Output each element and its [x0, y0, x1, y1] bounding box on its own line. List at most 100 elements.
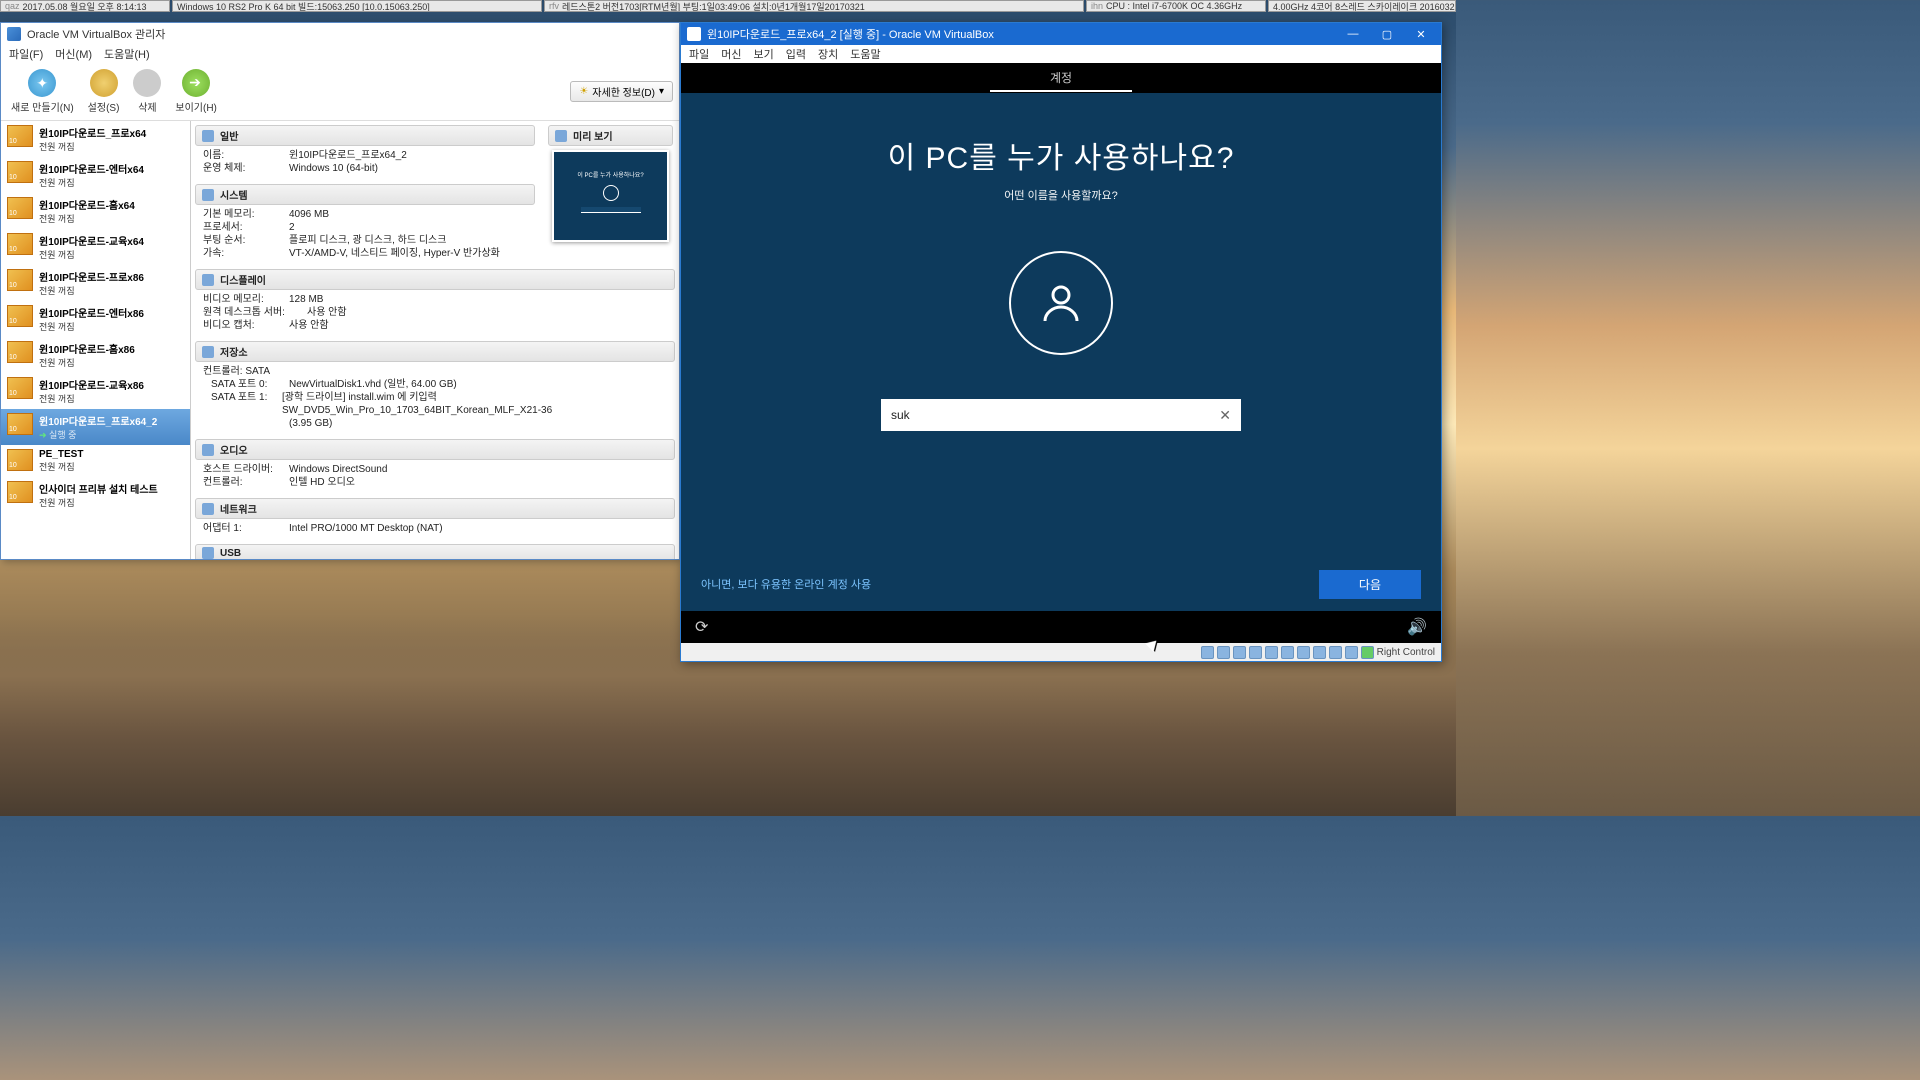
- vm-preview-thumbnail[interactable]: 이 PC를 누가 사용하나요?: [552, 150, 669, 242]
- vm-name: 인사이더 프리뷰 설치 테스트: [39, 481, 158, 496]
- display-icon: [202, 274, 214, 286]
- vm-os-icon: 10: [7, 197, 33, 219]
- vm-icon: [687, 27, 701, 41]
- virtualbox-icon: [7, 27, 21, 41]
- discard-icon: [133, 69, 161, 97]
- gear-icon: [90, 69, 118, 97]
- vm-list-item[interactable]: 10 윈10IP다운로드_프로x64_2 실행 중: [1, 409, 190, 445]
- vm-os-icon: 10: [7, 341, 33, 363]
- menu-machine[interactable]: 머신(M): [55, 46, 92, 62]
- vm-menu-help[interactable]: 도움말: [850, 46, 880, 62]
- vm-details-pane: 미리 보기 이 PC를 누가 사용하나요? 일반 이름:윈10IP다운로드_프로…: [191, 121, 679, 559]
- vm-state: 전원 꺼짐: [39, 460, 83, 473]
- status-cpu-icon[interactable]: [1329, 646, 1342, 659]
- vm-name: PE_TEST: [39, 449, 83, 460]
- online-account-link[interactable]: 아니면, 보다 유용한 온라인 계정 사용: [701, 576, 871, 592]
- host-key-label: Right Control: [1377, 647, 1435, 658]
- details-button[interactable]: ☀자세한 정보(D)▾: [570, 81, 673, 102]
- vm-state: 전원 꺼짐: [39, 392, 144, 405]
- status-shared-icon[interactable]: [1281, 646, 1294, 659]
- clear-input-icon[interactable]: ✕: [1219, 407, 1231, 424]
- maximize-button[interactable]: ▢: [1373, 25, 1401, 43]
- vm-list-item[interactable]: 10 윈10IP다운로드-교육x64 전원 꺼짐: [1, 229, 190, 265]
- vmwin-titlebar[interactable]: 윈10IP다운로드_프로x64_2 [실행 중] - Oracle VM Vir…: [681, 23, 1441, 45]
- tab-account[interactable]: 계정: [990, 65, 1132, 92]
- vm-list-item[interactable]: 10 윈10IP다운로드-프로x86 전원 꺼짐: [1, 265, 190, 301]
- close-button[interactable]: ✕: [1407, 25, 1435, 43]
- vm-os-icon: 10: [7, 481, 33, 503]
- status-hdd-icon[interactable]: [1201, 646, 1214, 659]
- vm-menu-file[interactable]: 파일: [689, 46, 709, 62]
- volume-icon[interactable]: 🔊: [1407, 617, 1427, 637]
- section-system[interactable]: 시스템: [195, 184, 535, 205]
- vm-menu-machine[interactable]: 머신: [721, 46, 741, 62]
- virtualbox-manager-window: Oracle VM VirtualBox 관리자 파일(F) 머신(M) 도움말…: [0, 22, 680, 560]
- menu-file[interactable]: 파일(F): [9, 46, 43, 62]
- status-recording-icon[interactable]: [1313, 646, 1326, 659]
- section-preview[interactable]: 미리 보기: [548, 125, 673, 146]
- vm-name: 윈10IP다운로드-홈x64: [39, 197, 135, 212]
- vm-name: 윈10IP다운로드-홈x86: [39, 341, 135, 356]
- vm-list-item[interactable]: 10 인사이더 프리뷰 설치 테스트 전원 꺼짐: [1, 477, 190, 513]
- new-button[interactable]: 새로 만들기(N): [7, 67, 78, 116]
- vmwin-title-text: 윈10IP다운로드_프로x64_2 [실행 중] - Oracle VM Vir…: [707, 26, 994, 42]
- vm-state: 전원 꺼짐: [39, 356, 135, 369]
- show-button[interactable]: 보이기(H): [171, 67, 220, 116]
- vm-list-item[interactable]: 10 윈10IP다운로드-홈x64 전원 꺼짐: [1, 193, 190, 229]
- vm-name: 윈10IP다운로드_프로x64_2: [39, 413, 157, 428]
- oobe-heading: 이 PC를 누가 사용하나요?: [888, 133, 1235, 177]
- vm-list-item[interactable]: 10 윈10IP다운로드-엔터x86 전원 꺼짐: [1, 301, 190, 337]
- vm-list-item[interactable]: 10 윈10IP다운로드_프로x64 전원 꺼짐: [1, 121, 190, 157]
- desktop-info-bars: qaz2017.05.08 월요일 오후 8:14:13 Windows 10 …: [0, 0, 1456, 12]
- status-optical-icon[interactable]: [1217, 646, 1230, 659]
- vm-state: 전원 꺼짐: [39, 496, 158, 509]
- vm-state: 전원 꺼짐: [39, 140, 146, 153]
- section-general[interactable]: 일반: [195, 125, 535, 146]
- status-audio-icon[interactable]: [1233, 646, 1246, 659]
- vm-list-item[interactable]: 10 윈10IP다운로드-엔터x64 전원 꺼짐: [1, 157, 190, 193]
- ease-of-access-icon[interactable]: ⟳: [695, 617, 708, 637]
- status-usb-icon[interactable]: [1265, 646, 1278, 659]
- vbm-title-text: Oracle VM VirtualBox 관리자: [27, 26, 165, 42]
- vm-list-item[interactable]: 10 PE_TEST 전원 꺼짐: [1, 445, 190, 477]
- vm-list: 10 윈10IP다운로드_프로x64 전원 꺼짐10 윈10IP다운로드-엔터x…: [1, 121, 191, 559]
- vm-list-item[interactable]: 10 윈10IP다운로드-교육x86 전원 꺼짐: [1, 373, 190, 409]
- storage-icon: [202, 346, 214, 358]
- status-display-icon[interactable]: [1297, 646, 1310, 659]
- vbm-titlebar[interactable]: Oracle VM VirtualBox 관리자: [1, 23, 679, 45]
- preview-icon: [555, 130, 567, 142]
- username-input[interactable]: [891, 408, 1219, 422]
- vm-menu-devices[interactable]: 장치: [818, 46, 838, 62]
- settings-button[interactable]: 설정(S): [84, 67, 124, 116]
- status-network-icon[interactable]: [1249, 646, 1262, 659]
- discard-button[interactable]: 삭제: [129, 67, 165, 116]
- network-icon: [202, 503, 214, 515]
- vm-os-icon: 10: [7, 449, 33, 471]
- section-audio[interactable]: 오디오: [195, 439, 675, 460]
- status-keyboard-icon[interactable]: [1361, 646, 1374, 659]
- vm-list-item[interactable]: 10 윈10IP다운로드-홈x86 전원 꺼짐: [1, 337, 190, 373]
- vm-name: 윈10IP다운로드-엔터x86: [39, 305, 144, 320]
- oobe-subheading: 어떤 이름을 사용할까요?: [1004, 187, 1117, 203]
- vm-menu-view[interactable]: 보기: [754, 46, 774, 62]
- vm-state: 전원 꺼짐: [39, 284, 144, 297]
- section-display[interactable]: 디스플레이: [195, 269, 675, 290]
- section-storage[interactable]: 저장소: [195, 341, 675, 362]
- new-icon: [28, 69, 56, 97]
- status-mouse-icon[interactable]: [1345, 646, 1358, 659]
- next-button[interactable]: 다음: [1319, 570, 1421, 599]
- vbm-menubar: 파일(F) 머신(M) 도움말(H): [1, 45, 679, 63]
- username-field-wrap: ✕: [881, 399, 1241, 431]
- usb-icon: [202, 547, 214, 559]
- menu-help[interactable]: 도움말(H): [104, 46, 150, 62]
- general-icon: [202, 130, 214, 142]
- audio-icon: [202, 444, 214, 456]
- vm-os-icon: 10: [7, 305, 33, 327]
- minimize-button[interactable]: —: [1339, 25, 1367, 43]
- show-icon: [182, 69, 210, 97]
- section-usb[interactable]: USB: [195, 544, 675, 559]
- vm-menu-input[interactable]: 입력: [786, 46, 806, 62]
- section-network[interactable]: 네트워크: [195, 498, 675, 519]
- guest-bottom-bar: ⟳ 🔊: [681, 611, 1441, 643]
- guest-screen: 계정 이 PC를 누가 사용하나요? 어떤 이름을 사용할까요? ✕ 아니면, …: [681, 63, 1441, 643]
